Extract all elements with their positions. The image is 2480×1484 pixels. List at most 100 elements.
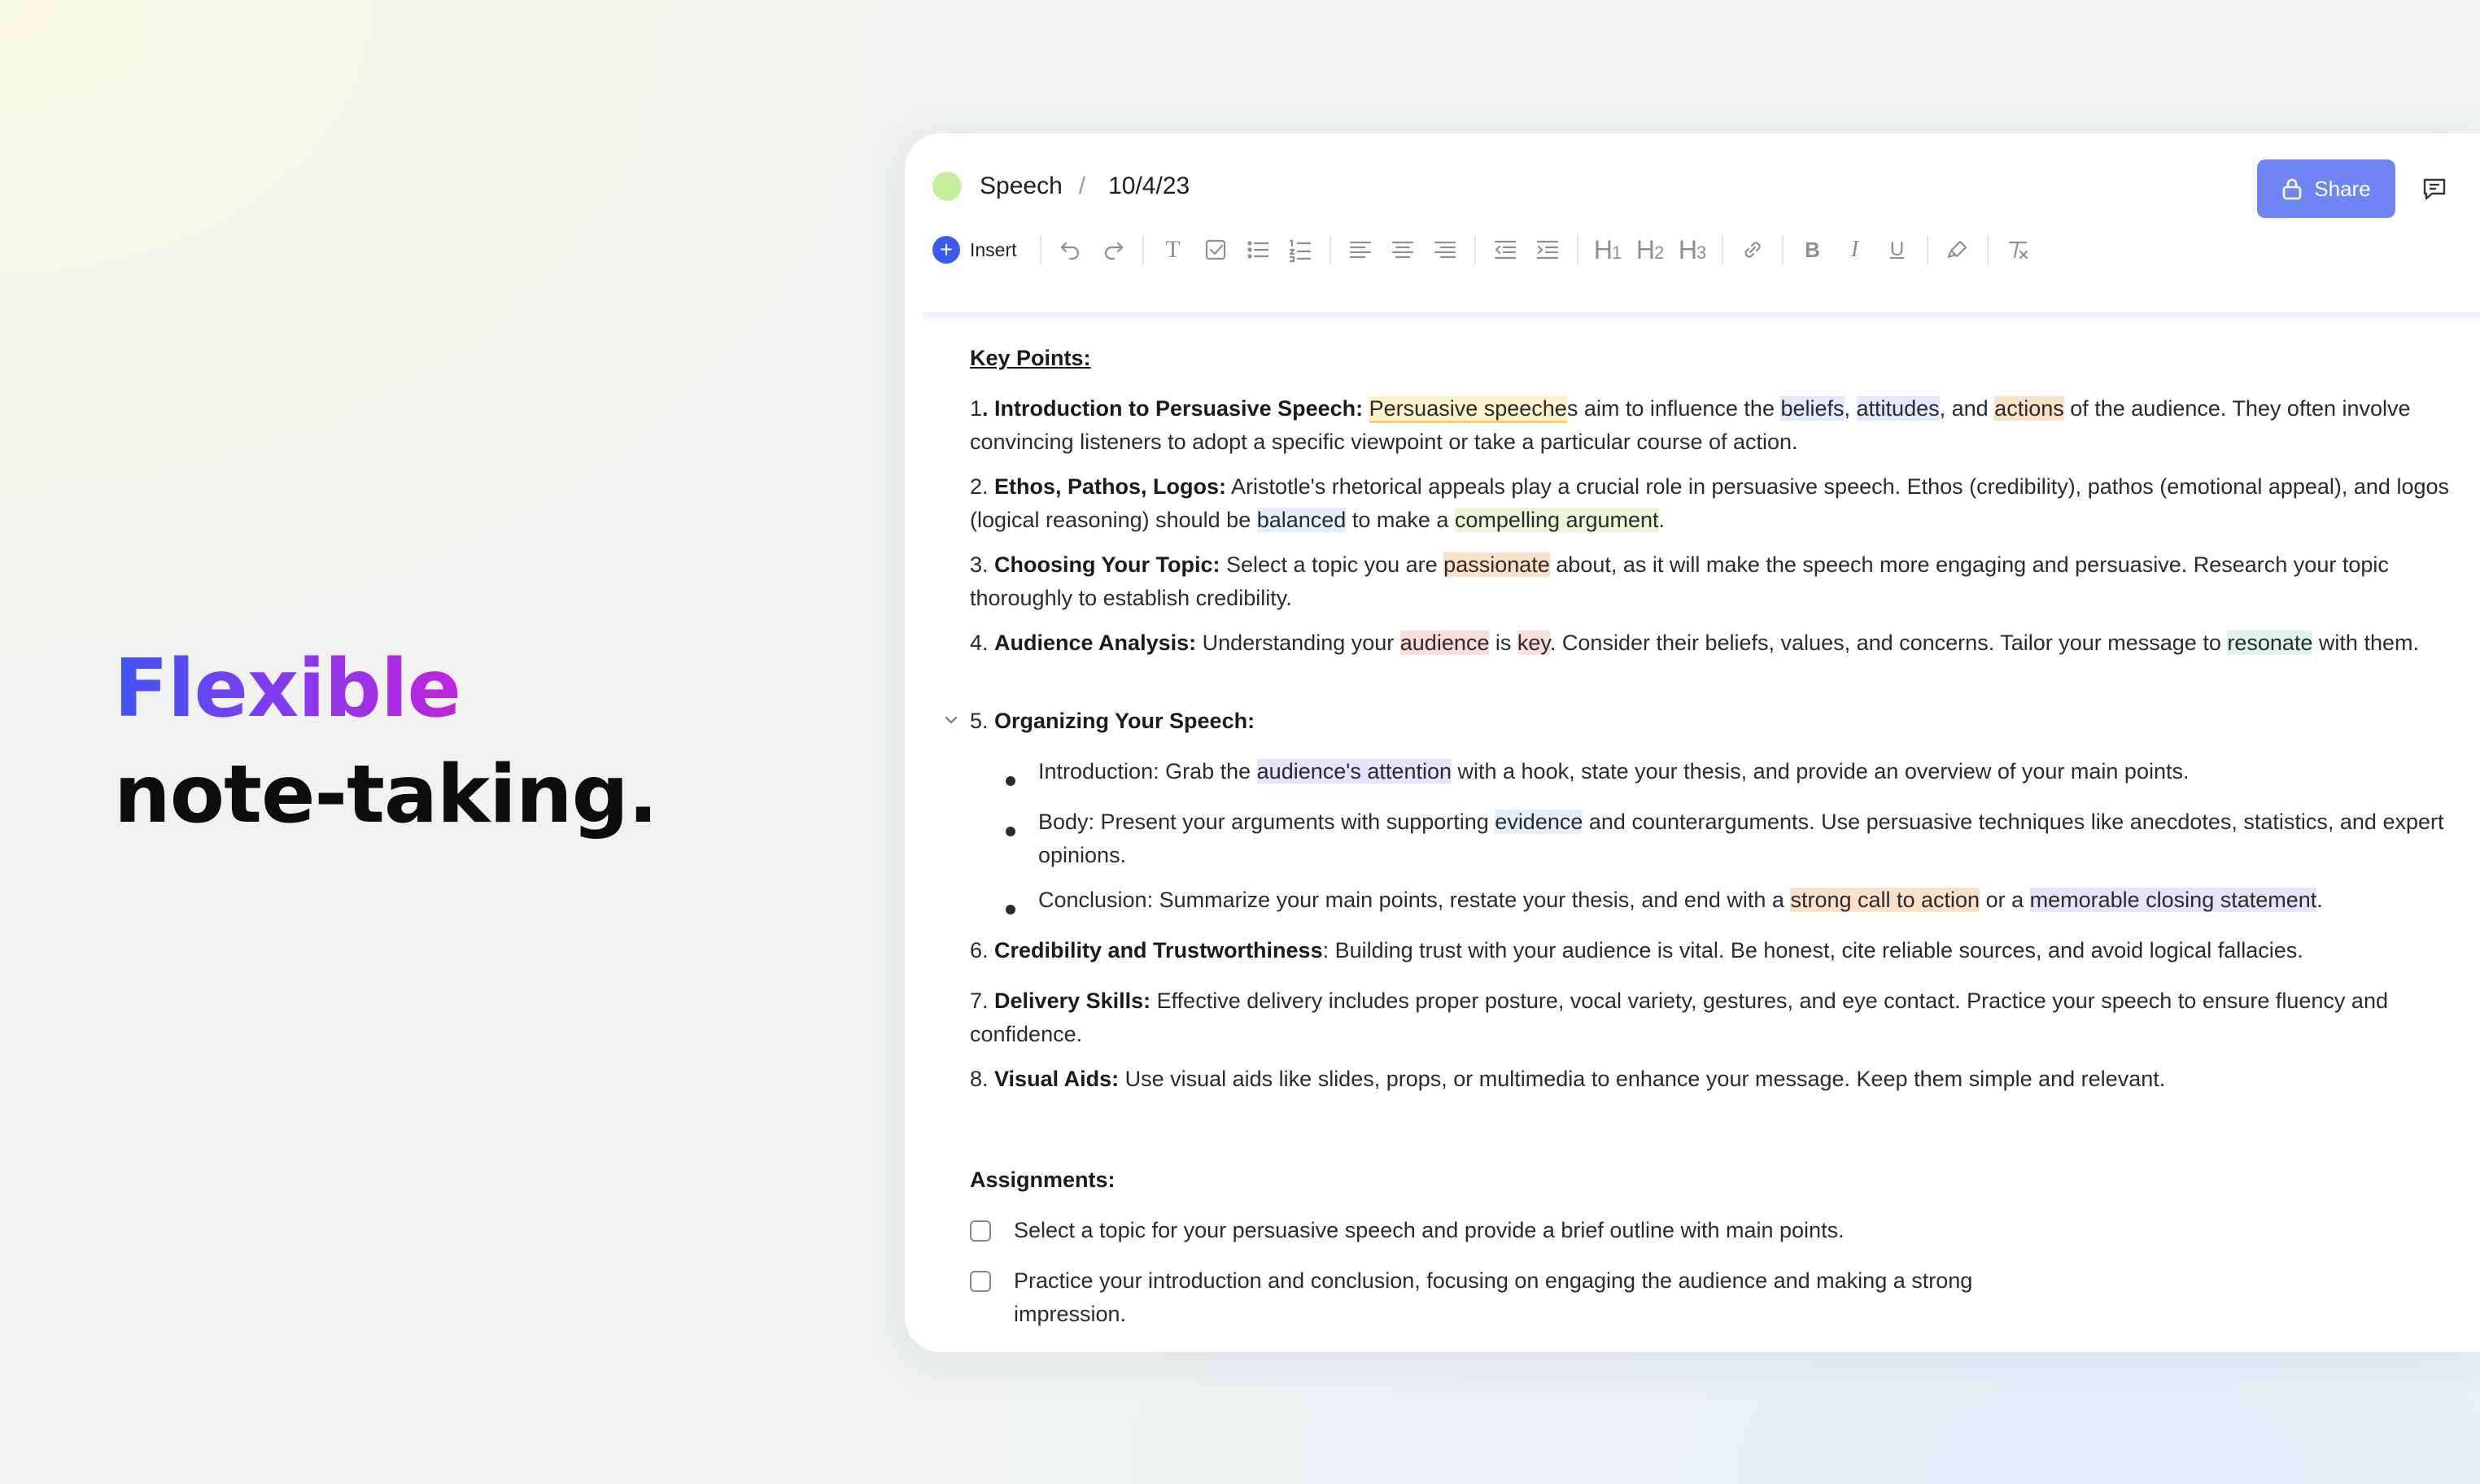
text-style-button[interactable]: T [1152,230,1194,269]
item-number: 7. [970,989,995,1013]
item-text: , [1844,396,1857,421]
toolbar-divider [1329,235,1331,264]
sub-list-item[interactable]: Body: Present your arguments with suppor… [1038,805,2475,872]
numbered-list-icon [1289,239,1311,263]
key-points-heading: Key Points: [970,342,2475,375]
bullet-icon [1006,827,1015,836]
toolbar-divider [1576,235,1578,264]
numbered-list-button[interactable] [1279,230,1321,269]
item-text: Use visual aids like slides, props, or m… [1119,1067,2166,1091]
task-checkbox[interactable] [970,1220,991,1242]
heading-text: Assignments: [970,1168,1116,1192]
undo-icon [1060,242,1079,260]
highlight: key [1517,631,1550,655]
list-item[interactable]: 3. Choosing Your Topic: Select a topic y… [970,548,2475,615]
item-number: 2. [970,474,995,499]
link-icon [1744,242,1761,258]
sub-list-item[interactable]: Conclusion: Summarize your main points, … [1038,884,2475,917]
list-item[interactable]: 7. Delivery Skills: Effective delivery i… [970,984,2475,1051]
outdent-icon [1494,240,1516,260]
align-center-button[interactable] [1382,230,1424,269]
align-left-icon [1349,241,1371,259]
item-number: 8. [970,1067,995,1091]
item-text: with a hook, state your thesis, and prov… [1452,759,2190,783]
task-item[interactable]: Practice your introduction and conclusio… [1014,1264,2023,1331]
chevron-down-icon[interactable] [941,709,962,731]
highlight: resonate [2227,631,2313,655]
list-item[interactable]: 1. Introduction to Persuasive Speech: Pe… [970,392,2475,459]
item-text: . Consider their beliefs, values, and co… [1549,631,2228,655]
highlight: strong call to action [1790,888,1980,912]
highlight: passionate [1443,552,1550,577]
item-text: Understanding your [1196,631,1400,655]
item-text: . [2316,888,2323,912]
clear-format-button[interactable] [1997,230,2039,269]
item-text: Select a topic you are [1220,552,1444,577]
task-item[interactable]: Select a topic for your persuasive speec… [1014,1214,2023,1247]
hero-accent-word: Flexible [114,636,461,742]
checklist-button[interactable] [1194,230,1237,269]
note-date[interactable]: 10/4/23 [1108,172,1190,200]
heading3-icon: H3 [1678,234,1706,264]
outdent-button[interactable] [1484,230,1526,269]
item-text: or a [1980,888,2030,912]
bold-icon: B [1805,237,1820,262]
underline-button[interactable]: U [1876,230,1919,269]
item-text: : Building trust with your audience is v… [1322,938,2303,962]
highlight: actions [1994,396,2064,421]
heading1-button[interactable]: H1 [1587,230,1629,269]
highlight: memorable closing statement [2029,888,2317,912]
underline-icon: U [1889,238,1905,260]
item-text: Effective delivery includes proper postu… [970,989,2388,1046]
task-text: Select a topic for your persuasive speec… [1014,1218,1845,1242]
breadcrumb-separator: / [1078,172,1086,199]
heading3-button[interactable]: H3 [1671,230,1714,269]
item-text: Body: Present your arguments with suppor… [1038,810,1495,834]
item-title: Organizing Your Speech: [994,709,1255,733]
task-checkbox[interactable] [970,1271,991,1292]
bold-button[interactable]: B [1792,230,1834,269]
indent-button[interactable] [1526,230,1569,269]
bullet-list-icon [1247,241,1268,259]
breadcrumb: Speech / 10/4/23 [932,168,1190,205]
bullet-icon [1006,776,1015,786]
comment-icon[interactable] [2420,174,2449,203]
item-title: . Introduction to Persuasive Speech: [982,396,1364,421]
text-icon: T [1165,236,1181,263]
plus-icon: + [932,236,960,264]
item-text: to make a [1346,508,1455,532]
item-title: Delivery Skills: [994,989,1151,1013]
align-left-button[interactable] [1339,230,1382,269]
note-title[interactable]: Speech [980,172,1063,200]
italic-button[interactable]: I [1834,230,1876,269]
lock-icon [2282,178,2302,200]
list-item[interactable]: 2. Ethos, Pathos, Logos: Aristotle's rhe… [970,470,2475,537]
redo-button[interactable] [1092,230,1134,269]
link-button[interactable] [1731,230,1774,269]
item-title: Credibility and Trustworthiness [994,938,1323,962]
item-text: . [1658,508,1666,532]
insert-button[interactable]: + Insert [932,236,1017,264]
highlight-button[interactable] [1936,230,1979,269]
checklist-icon [1205,239,1225,260]
list-item[interactable]: 8. Visual Aids: Use visual aids like sli… [970,1063,2475,1096]
list-item[interactable]: 4. Audience Analysis: Understanding your… [970,626,2475,660]
hero-heading: Flexible note-taking. [114,636,658,848]
align-right-button[interactable] [1424,230,1466,269]
sub-list-item[interactable]: Introduction: Grab the audience's attent… [1038,755,2475,788]
bullet-list-button[interactable] [1237,230,1279,269]
task-text: Practice your introduction and conclusio… [1014,1268,1973,1326]
item-number: 4. [970,631,995,655]
item-title: Ethos, Pathos, Logos: [994,474,1227,499]
item-text: is [1489,631,1517,655]
list-item[interactable]: 5. Organizing Your Speech: [945,705,2475,738]
align-right-icon [1434,241,1456,259]
share-button[interactable]: Share [2257,159,2395,218]
undo-button[interactable] [1050,230,1092,269]
toolbar-divider [1039,235,1041,264]
item-number: 1 [970,396,983,421]
item-title: Choosing Your Topic: [994,552,1220,577]
heading2-button[interactable]: H2 [1629,230,1671,269]
align-center-icon [1391,241,1413,259]
list-item[interactable]: 6. Credibility and Trustworthiness: Buil… [970,934,2475,967]
